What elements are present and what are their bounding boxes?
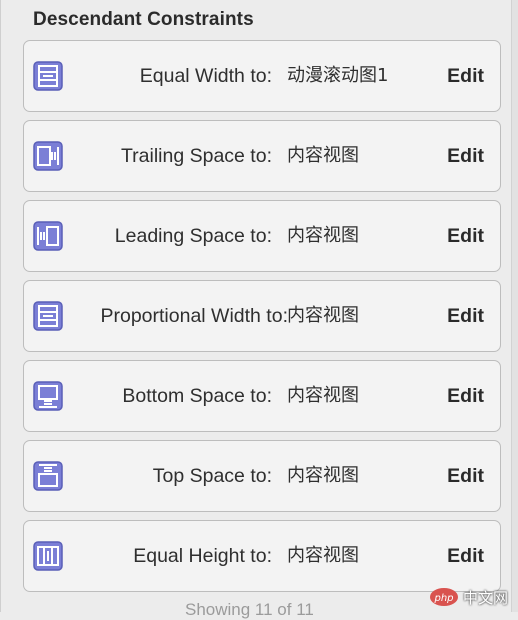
footer-status: Showing 11 of 11: [185, 600, 314, 619]
constraint-target: 内容视图: [287, 225, 359, 246]
equal-width-icon: [33, 61, 63, 91]
trailing-space-icon: [33, 141, 63, 171]
constraint-label: Proportional Width to:: [100, 305, 288, 327]
constraint-target: 内容视图: [287, 545, 359, 566]
proportional-width-icon: [33, 301, 63, 331]
constraint-label: Bottom Space to:: [122, 385, 272, 407]
php-logo-icon: php: [429, 588, 458, 606]
svg-text:php: php: [433, 593, 453, 604]
constraint-target: 内容视图: [287, 305, 359, 326]
edit-button[interactable]: Edit: [447, 41, 484, 111]
constraint-row-proportional-width[interactable]: Proportional Width to: 内容视图 Edit: [23, 280, 501, 352]
constraint-label: Equal Height to:: [133, 545, 272, 567]
constraint-target: 内容视图: [287, 385, 359, 406]
bottom-space-icon: [33, 381, 63, 411]
constraint-row-equal-width[interactable]: Equal Width to: 动漫滚动图1 Edit: [23, 40, 501, 112]
leading-space-icon: [33, 221, 63, 251]
constraint-label: Leading Space to:: [114, 225, 272, 247]
equal-height-icon: [33, 541, 63, 571]
constraint-label: Trailing Space to:: [120, 145, 272, 167]
edit-button[interactable]: Edit: [447, 201, 484, 271]
constraints-inspector-panel: Descendant Constraints Equal Width to: 动…: [0, 0, 513, 619]
constraint-target: 动漫滚动图1: [287, 65, 389, 86]
top-space-icon: [33, 461, 63, 491]
section-title: Descendant Constraints: [33, 9, 254, 30]
constraint-target: 内容视图: [287, 465, 359, 486]
edit-button[interactable]: Edit: [447, 361, 484, 431]
edit-button[interactable]: Edit: [447, 521, 484, 591]
constraint-list: Equal Width to: 动漫滚动图1 Edit Trailing Spa…: [23, 40, 501, 600]
constraint-label: Equal Width to:: [139, 65, 272, 87]
watermark: php 中文网: [429, 586, 508, 608]
edit-button[interactable]: Edit: [447, 441, 484, 511]
constraint-target: 内容视图: [287, 145, 359, 166]
constraint-row-trailing-space[interactable]: Trailing Space to: 内容视图 Edit: [23, 120, 501, 192]
constraint-label: Top Space to:: [152, 465, 272, 487]
constraint-row-leading-space[interactable]: Leading Space to: 内容视图 Edit: [23, 200, 501, 272]
constraint-row-equal-height[interactable]: Equal Height to: 内容视图 Edit: [23, 520, 501, 592]
scrollbar-track[interactable]: [511, 0, 518, 612]
edit-button[interactable]: Edit: [447, 121, 484, 191]
edit-button[interactable]: Edit: [447, 281, 484, 351]
constraint-row-bottom-space[interactable]: Bottom Space to: 内容视图 Edit: [23, 360, 501, 432]
watermark-text: 中文网: [462, 588, 508, 607]
constraint-row-top-space[interactable]: Top Space to: 内容视图 Edit: [23, 440, 501, 512]
